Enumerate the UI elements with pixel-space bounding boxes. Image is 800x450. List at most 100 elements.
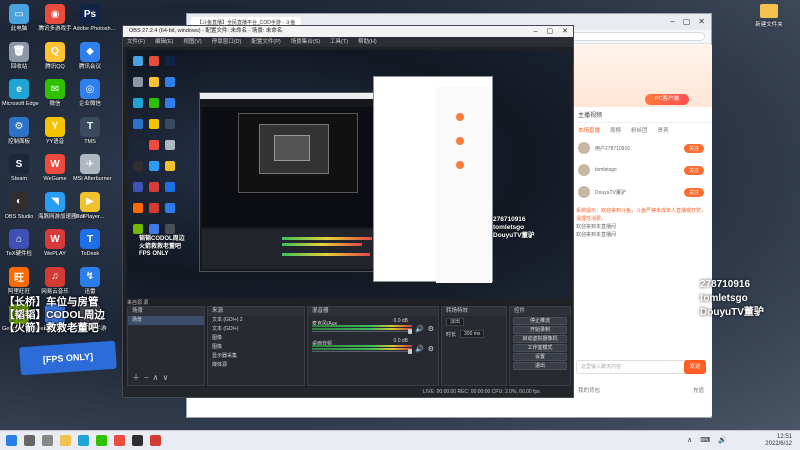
- desktop-shortcut[interactable]: ⚙ 控制面板: [2, 116, 36, 146]
- volume-slider-handle[interactable]: [408, 329, 412, 334]
- desktop-shortcut[interactable]: ✈ MSI Afterburner: [73, 154, 112, 183]
- menu-item[interactable]: 文件(F): [127, 37, 145, 47]
- scene-toolbar[interactable]: ＋−∧∨: [132, 372, 172, 383]
- edge-icon[interactable]: [78, 435, 89, 446]
- desktop-shortcut[interactable]: ▶ PotPlayer...: [73, 191, 107, 221]
- obs-window[interactable]: OBS 27.2.4 (64-bit, windows) - 配置文件: 未命名…: [122, 25, 574, 398]
- anchor-video-title[interactable]: 主播视频: [570, 107, 712, 123]
- wechat-icon[interactable]: [96, 435, 107, 446]
- menu-item[interactable]: 编辑(E): [155, 37, 173, 47]
- desktop-shortcut[interactable]: ↯ 迅雷: [73, 266, 107, 296]
- desktop-shortcut[interactable]: Ps Adobe Photosh...: [73, 4, 115, 33]
- close-icon[interactable]: ✕: [562, 26, 568, 37]
- source-item[interactable]: 图像: [208, 334, 304, 343]
- desktop-shortcut[interactable]: ◐ OBS Studio: [2, 191, 36, 221]
- task-view-icon[interactable]: [42, 435, 53, 446]
- rank-name: 用户278710916: [595, 145, 631, 152]
- desktop-shortcut[interactable]: W WePLAY: [38, 229, 72, 258]
- source-item[interactable]: 文本 (GDI+) 2: [208, 316, 304, 325]
- search-icon[interactable]: [24, 435, 35, 446]
- menu-item[interactable]: 停靠窗口(D): [212, 37, 242, 47]
- stop-streaming-button[interactable]: 停止推流: [513, 317, 567, 325]
- windows-start-icon[interactable]: [6, 435, 17, 446]
- app-icon[interactable]: [150, 435, 161, 446]
- desktop-shortcut[interactable]: Q 腾讯QQ: [38, 41, 72, 71]
- file-explorer-icon[interactable]: [60, 435, 71, 446]
- start-recording-button[interactable]: 开始录制: [513, 326, 567, 334]
- system-tray-icons[interactable]: ∧ ⌨ 🔊: [687, 436, 730, 444]
- desktop-shortcut[interactable]: ▭ 此电脑: [2, 4, 36, 33]
- send-button[interactable]: 发送: [684, 360, 706, 374]
- gear-icon[interactable]: ⚙: [428, 325, 434, 333]
- nested-avatar: [456, 161, 464, 169]
- speaker-icon[interactable]: 🔊: [415, 345, 424, 353]
- tab-weekly[interactable]: 周榜: [610, 126, 621, 134]
- nested-avatar: [456, 137, 464, 145]
- follow-button[interactable]: 关注: [683, 165, 704, 175]
- desktop-shortcut[interactable]: T TMS: [73, 116, 107, 146]
- desktop-shortcut[interactable]: ◉ 腾讯多游戏手: [38, 4, 72, 33]
- nested-preview-4: [274, 135, 310, 161]
- follow-button[interactable]: 关注: [683, 187, 704, 197]
- app-icon: ⚙: [9, 116, 29, 137]
- desktop-shortcut[interactable]: S Steam: [2, 154, 36, 183]
- source-item[interactable]: 文本 (GDI+): [208, 325, 304, 334]
- desktop-shortcut[interactable]: ⌂ TeX硬件检: [2, 229, 36, 258]
- transition-select[interactable]: 淡出: [446, 318, 465, 326]
- obs-preview[interactable]: 韬韬CODOL周边 火箭救救老董吧 FPS ONLY 278710916 tom…: [127, 50, 571, 298]
- menu-item[interactable]: 帮助(H): [358, 37, 377, 47]
- virtual-camera-button[interactable]: 启动虚拟摄像机: [513, 335, 567, 343]
- menu-item[interactable]: 工具(T): [330, 37, 348, 47]
- maximize-icon[interactable]: ▢: [547, 26, 554, 37]
- source-item[interactable]: 媒体源: [208, 361, 304, 370]
- shortcut-label: 控制面板: [7, 138, 30, 145]
- desktop-shortcut[interactable]: 旺阿里旺旺: [2, 266, 36, 296]
- new-folder-desktop-icon[interactable]: 新建文件夹: [752, 4, 786, 28]
- menu-item[interactable]: 场景集合(S): [291, 37, 320, 47]
- tab-fans[interactable]: 粉丝团: [631, 126, 648, 134]
- menu-item[interactable]: 视图(V): [183, 37, 201, 47]
- recharge-link[interactable]: 充值: [693, 386, 704, 394]
- pc-client-button[interactable]: PC客户端: [645, 94, 689, 105]
- desktop-shortcut[interactable]: ♫ 网易云音乐: [38, 266, 72, 296]
- desktop-shortcut[interactable]: Y YY语音: [38, 116, 72, 146]
- source-item[interactable]: 图像: [208, 343, 304, 352]
- app-icon[interactable]: [114, 435, 125, 446]
- close-icon[interactable]: ✕: [698, 17, 705, 26]
- preview-app-icon: [165, 203, 175, 213]
- chat-area: 系统提示：欢迎来到斗鱼，斗鱼严禁未成年人直播或打赏，请理性消费。 欢迎来到本直播…: [570, 203, 712, 243]
- minimize-icon[interactable]: –: [670, 17, 674, 26]
- settings-button[interactable]: 设置: [513, 353, 567, 361]
- speaker-icon[interactable]: 🔊: [415, 325, 424, 333]
- follow-button[interactable]: 关注: [683, 143, 704, 153]
- preview-app-icon: [165, 140, 175, 150]
- obs-icon[interactable]: [132, 435, 143, 446]
- desktop-shortcut[interactable]: W WeGame: [38, 154, 72, 183]
- menu-item[interactable]: 配置文件(P): [251, 37, 280, 47]
- desktop-shortcut[interactable]: ✉ 微信: [38, 79, 72, 108]
- backpack-link[interactable]: 我的背包: [578, 386, 600, 394]
- minimize-icon[interactable]: –: [534, 26, 538, 37]
- studio-mode-button[interactable]: 工作室模式: [513, 344, 567, 352]
- desktop-shortcut[interactable]: ◥ 海豚网游加速器5.0: [38, 191, 84, 221]
- desktop-shortcut[interactable]: e Microsoft Edge: [2, 79, 39, 108]
- desktop-shortcut[interactable]: ◆ 腾讯会议: [73, 41, 107, 71]
- gear-icon[interactable]: ⚙: [428, 345, 434, 353]
- mixer-dock: 混音器 麦克风/Aux 0.0 dB 🔊 ⚙ 桌面音频 0.0 dB 🔊 ⚙: [307, 306, 439, 386]
- maximize-icon[interactable]: ▢: [683, 17, 691, 26]
- desktop-shortcut[interactable]: 🗑 回收站: [2, 41, 36, 71]
- clock[interactable]: 12:51 2022/6/12: [765, 434, 792, 448]
- desktop-shortcut[interactable]: T ToDesk: [73, 229, 107, 258]
- source-item[interactable]: 显示器采集: [208, 352, 304, 361]
- tab-vip[interactable]: 贵宾: [658, 126, 669, 134]
- volume-slider[interactable]: [312, 331, 412, 332]
- exit-button[interactable]: 退出: [513, 362, 567, 370]
- tab-current-live[interactable]: 本场直播: [578, 126, 600, 134]
- taskbar: ∧ ⌨ 🔊 12:51 2022/6/12: [0, 430, 800, 450]
- app-icon: Q: [45, 41, 65, 62]
- duration-input[interactable]: 300 ms: [460, 330, 485, 338]
- desktop-shortcut[interactable]: ◎ 企业微信: [73, 79, 107, 108]
- volume-slider[interactable]: [312, 351, 412, 352]
- volume-slider-handle[interactable]: [408, 349, 412, 354]
- scene-item[interactable]: 场景: [128, 316, 204, 325]
